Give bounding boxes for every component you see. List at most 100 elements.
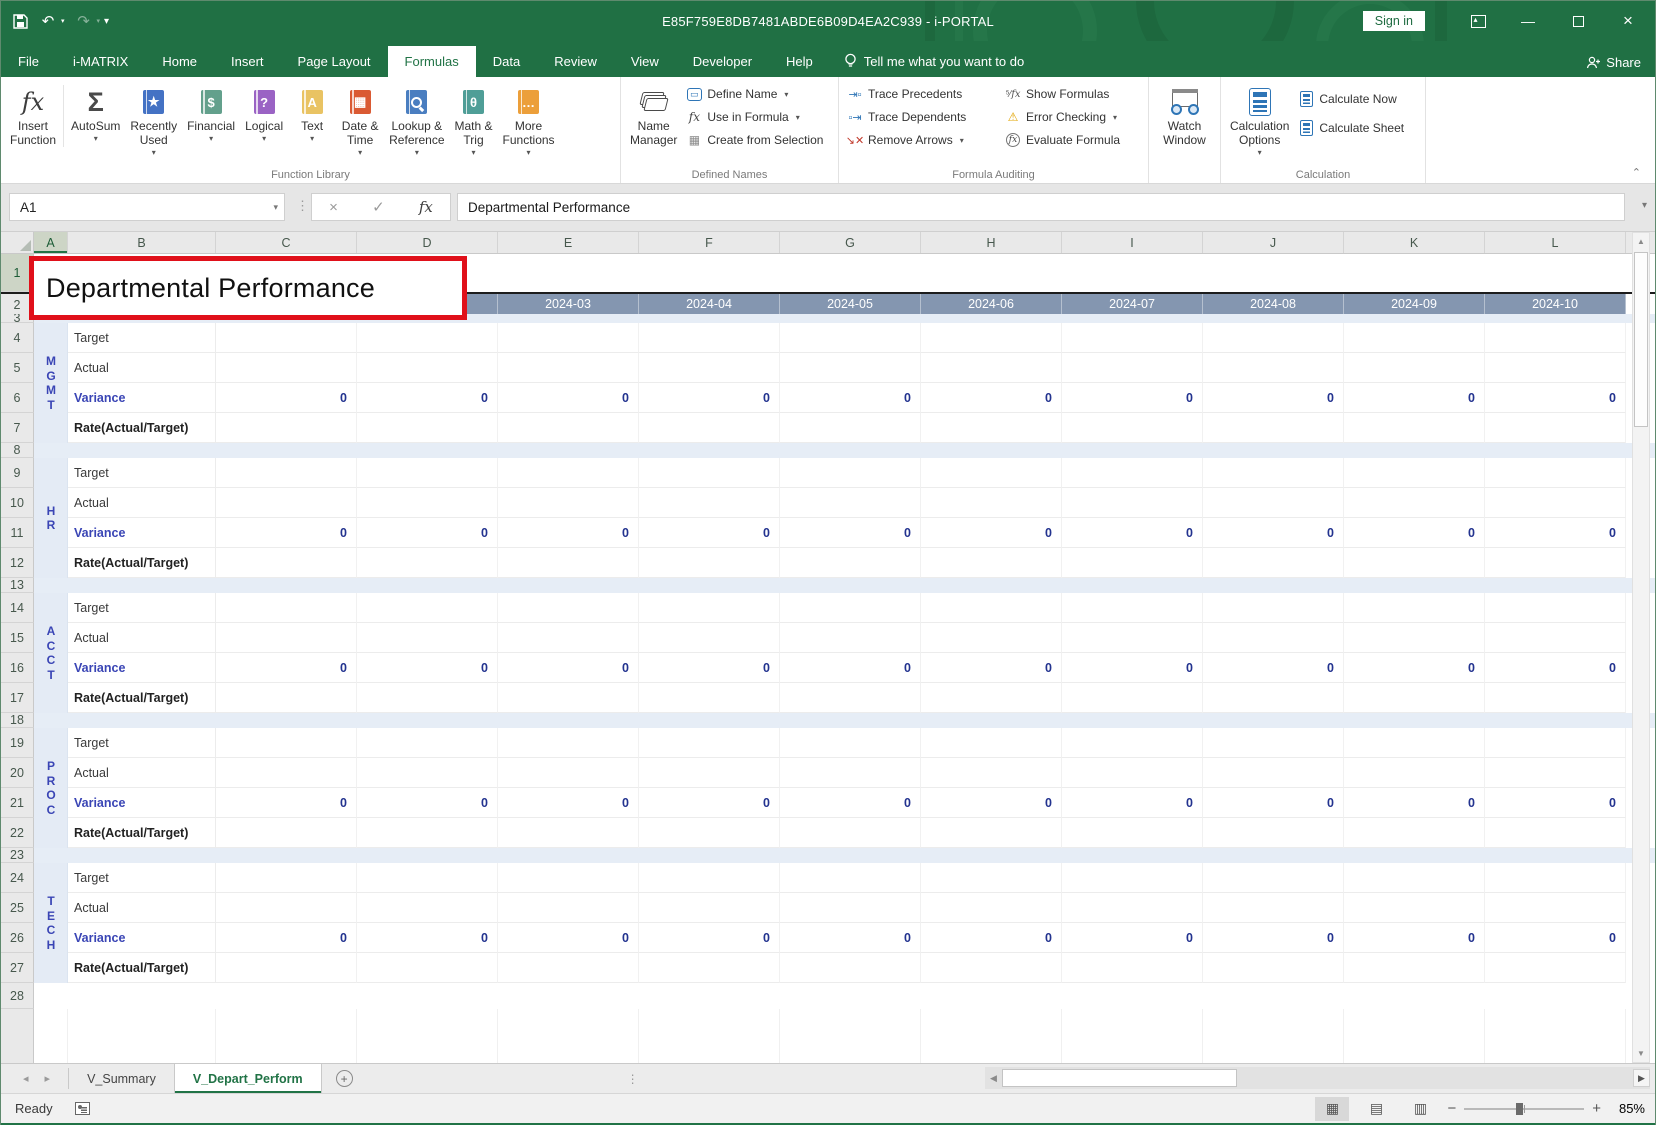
data-cell[interactable] bbox=[639, 413, 780, 443]
tab-formulas[interactable]: Formulas bbox=[388, 46, 476, 77]
metric-label-actual[interactable]: Actual bbox=[68, 353, 216, 383]
tab-file[interactable]: File bbox=[1, 46, 56, 77]
metric-label-rate-actual-target-[interactable]: Rate(Actual/Target) bbox=[68, 413, 216, 443]
metric-label-actual[interactable]: Actual bbox=[68, 488, 216, 518]
data-cell[interactable] bbox=[1203, 413, 1344, 443]
insert-function-button[interactable]: fx Insert Function bbox=[5, 81, 61, 165]
data-cell[interactable] bbox=[639, 758, 780, 788]
row-header-10[interactable]: 10 bbox=[1, 488, 34, 518]
data-cell[interactable] bbox=[357, 593, 498, 623]
formula-bar-splitter[interactable]: ⋮ bbox=[296, 198, 309, 214]
data-cell[interactable]: 0 bbox=[639, 383, 780, 413]
tell-me-box[interactable]: Tell me what you want to do bbox=[830, 45, 1038, 77]
remove-arrows-button[interactable]: ↘✕Remove Arrows▾ bbox=[843, 130, 1001, 150]
data-cell[interactable] bbox=[921, 323, 1062, 353]
expand-formula-bar-icon[interactable]: ▾ bbox=[1642, 200, 1647, 211]
new-sheet-button[interactable]: + bbox=[322, 1064, 367, 1093]
row-header-6[interactable]: 6 bbox=[1, 383, 34, 413]
row-header-16[interactable]: 16 bbox=[1, 653, 34, 683]
data-cell[interactable] bbox=[216, 323, 357, 353]
data-cell[interactable] bbox=[780, 593, 921, 623]
data-cell[interactable] bbox=[1485, 458, 1626, 488]
data-cell[interactable] bbox=[780, 893, 921, 923]
data-cell[interactable] bbox=[1344, 458, 1485, 488]
enter-icon[interactable]: ✓ bbox=[372, 198, 385, 216]
data-cell[interactable] bbox=[780, 728, 921, 758]
data-cell[interactable] bbox=[1485, 623, 1626, 653]
data-cell[interactable] bbox=[921, 488, 1062, 518]
data-cell[interactable] bbox=[780, 548, 921, 578]
horizontal-scrollbar[interactable]: ◀ ▶ bbox=[985, 1067, 1650, 1089]
data-cell[interactable] bbox=[1203, 623, 1344, 653]
date-time-button[interactable]: ▦Date & Time▾ bbox=[336, 81, 384, 165]
data-cell[interactable] bbox=[1485, 413, 1626, 443]
row-header-7[interactable]: 7 bbox=[1, 413, 34, 443]
metric-label-variance[interactable]: Variance bbox=[68, 383, 216, 413]
data-cell[interactable]: 0 bbox=[1203, 653, 1344, 683]
data-cell[interactable] bbox=[780, 953, 921, 983]
row-header-12[interactable]: 12 bbox=[1, 548, 34, 578]
data-cell[interactable] bbox=[1062, 893, 1203, 923]
data-cell[interactable] bbox=[639, 953, 780, 983]
trace-precedents-button[interactable]: ⇥▫Trace Precedents bbox=[843, 84, 1001, 104]
use-in-formula-button[interactable]: fxUse in Formula▾ bbox=[682, 107, 827, 127]
row-header-19[interactable]: 19 bbox=[1, 728, 34, 758]
metric-label-variance[interactable]: Variance bbox=[68, 923, 216, 953]
data-cell[interactable] bbox=[1062, 863, 1203, 893]
tab-insert[interactable]: Insert bbox=[214, 46, 281, 77]
row-header-13[interactable]: 13 bbox=[1, 578, 34, 593]
data-cell[interactable]: 0 bbox=[498, 518, 639, 548]
data-cell[interactable] bbox=[216, 458, 357, 488]
sheet-nav-right-icon[interactable]: ▸ bbox=[45, 1072, 51, 1085]
data-cell[interactable]: 0 bbox=[498, 383, 639, 413]
scroll-up-icon[interactable]: ▲ bbox=[1633, 233, 1649, 250]
data-cell[interactable] bbox=[780, 863, 921, 893]
data-cell[interactable] bbox=[639, 323, 780, 353]
tab-i-matrix[interactable]: i-MATRIX bbox=[56, 46, 145, 77]
data-cell[interactable] bbox=[498, 458, 639, 488]
data-cell[interactable] bbox=[921, 458, 1062, 488]
metric-label-actual[interactable]: Actual bbox=[68, 623, 216, 653]
data-cell[interactable] bbox=[639, 818, 780, 848]
data-cell[interactable] bbox=[498, 323, 639, 353]
data-cell[interactable]: 0 bbox=[1062, 383, 1203, 413]
formula-input[interactable]: Departmental Performance bbox=[457, 193, 1625, 221]
row-header-24[interactable]: 24 bbox=[1, 863, 34, 893]
month-header-2024-09[interactable]: 2024-09 bbox=[1344, 294, 1485, 314]
metric-label-target[interactable]: Target bbox=[68, 728, 216, 758]
data-cell[interactable] bbox=[921, 413, 1062, 443]
share-button[interactable]: Share bbox=[1586, 55, 1641, 70]
row-header-18[interactable]: 18 bbox=[1, 713, 34, 728]
data-cell[interactable] bbox=[1485, 953, 1626, 983]
ribbon-display-options-icon[interactable] bbox=[1457, 6, 1499, 36]
data-cell[interactable] bbox=[1485, 323, 1626, 353]
data-cell[interactable] bbox=[498, 593, 639, 623]
metric-label-rate-actual-target-[interactable]: Rate(Actual/Target) bbox=[68, 953, 216, 983]
evaluate-formula-button[interactable]: fxEvaluate Formula bbox=[1001, 130, 1124, 150]
tab-developer[interactable]: Developer bbox=[676, 46, 769, 77]
data-cell[interactable] bbox=[1485, 893, 1626, 923]
data-cell[interactable] bbox=[357, 488, 498, 518]
more-functions-button[interactable]: …More Functions▾ bbox=[498, 81, 560, 165]
data-cell[interactable] bbox=[357, 818, 498, 848]
name-box[interactable]: A1 ▾ bbox=[9, 193, 285, 221]
data-cell[interactable] bbox=[1062, 593, 1203, 623]
text-button[interactable]: AText▾ bbox=[288, 81, 336, 165]
column-header-L[interactable]: L bbox=[1485, 232, 1626, 253]
data-cell[interactable] bbox=[1062, 728, 1203, 758]
row-header-11[interactable]: 11 bbox=[1, 518, 34, 548]
normal-view-button[interactable]: ▦ bbox=[1315, 1097, 1349, 1121]
data-cell[interactable] bbox=[639, 728, 780, 758]
data-cell[interactable] bbox=[498, 758, 639, 788]
data-cell[interactable] bbox=[216, 893, 357, 923]
data-cell[interactable] bbox=[780, 413, 921, 443]
data-cell[interactable] bbox=[498, 953, 639, 983]
data-cell[interactable] bbox=[216, 593, 357, 623]
column-header-G[interactable]: G bbox=[780, 232, 921, 253]
data-cell[interactable]: 0 bbox=[498, 653, 639, 683]
calculate-now-button[interactable]: Calculate Now bbox=[1294, 89, 1408, 109]
data-cell[interactable]: 0 bbox=[216, 518, 357, 548]
data-cell[interactable] bbox=[1203, 488, 1344, 518]
data-cell[interactable]: 0 bbox=[921, 653, 1062, 683]
data-cell[interactable] bbox=[216, 728, 357, 758]
